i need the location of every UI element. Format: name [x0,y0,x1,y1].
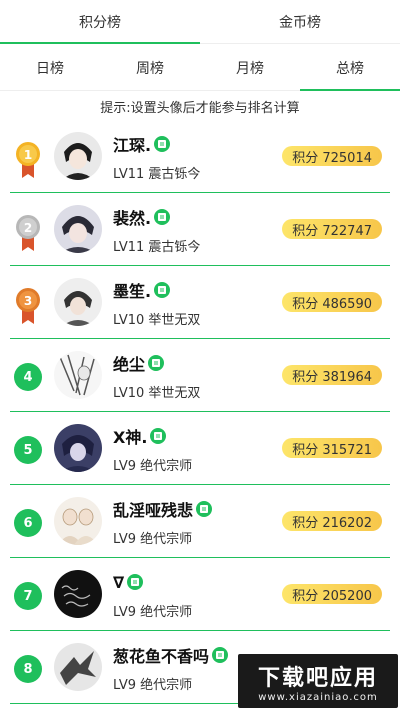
list-item[interactable]: 7 ∇ LV9 绝代宗师 积分 205200 [10,558,390,631]
watermark-url: www.xiazainiao.com [258,691,378,703]
tab-monthly[interactable]: 月榜 [200,45,300,90]
list-item[interactable]: 6 乱淫哑残悲 LV9 绝代宗师 积分 216202 [10,485,390,558]
score-badge: 积分 216202 [282,511,382,531]
list-item[interactable]: 5 X神. LV9 绝代宗师 积分 315721 [10,412,390,485]
user-name: 葱花鱼不香吗 [113,647,210,666]
list-item[interactable]: 4 绝尘 LV10 举世无双 积分 381964 [10,339,390,412]
rank-number: 5 [14,436,42,464]
rank-badge: 7 [14,578,42,618]
tab-daily[interactable]: 日榜 [0,45,100,90]
user-level: LV9 绝代宗师 [113,532,193,547]
rank-number: 7 [14,582,42,610]
silver-medal-icon: 2 [14,213,42,253]
user-level: LV10 举世无双 [113,386,201,401]
tab-weekly[interactable]: 周榜 [100,45,200,90]
rank-number: 8 [14,655,42,683]
score-badge: 积分 486590 [282,292,382,312]
user-name-line: 江琛. [113,134,171,155]
tab-label: 总榜 [336,60,364,77]
rank-badge: 6 [14,505,42,545]
user-level: LV9 绝代宗师 [113,605,193,620]
user-level: LV11 震古铄今 [113,167,201,182]
user-name-line: 绝尘 [113,353,165,374]
user-name: 江琛. [113,136,152,155]
user-name-line: ∇ [113,572,144,592]
list-item[interactable]: 3 墨笙. LV10 举世无双 积分 486590 [10,266,390,339]
gold-medal-icon: 1 [14,140,42,180]
watermark-title: 下载吧应用 [257,665,378,691]
watermark-logo: 下载吧应用 www.xiazainiao.com [238,654,398,708]
avatar[interactable] [54,424,102,472]
verified-badge-icon [127,574,144,590]
tab-label: 金币榜 [279,14,321,31]
user-name: 乱淫哑残悲 [113,501,194,520]
user-level: LV9 绝代宗师 [113,459,193,474]
avatar[interactable] [54,278,102,326]
hint-text: 提示:设置头像后才能参与排名计算 [100,100,300,116]
avatar[interactable] [54,570,102,618]
user-name: 裴然. [113,209,152,228]
user-name-line: 乱淫哑残悲 [113,499,213,520]
score-badge: 积分 725014 [282,146,382,166]
verified-badge-icon [154,136,171,152]
avatar[interactable] [54,643,102,691]
user-name: X神. [113,428,148,447]
score-badge: 积分 722747 [282,219,382,239]
avatar[interactable] [54,132,102,180]
user-name-line: 墨笙. [113,280,171,301]
list-item[interactable]: 2 裴然. LV11 震古铄今 积分 722747 [10,193,390,266]
score-badge: 积分 315721 [282,438,382,458]
tab-coins-rank[interactable]: 金币榜 [200,0,400,43]
rank-badge: 4 [14,359,42,399]
user-level: LV9 绝代宗师 [113,678,193,693]
bronze-medal-icon: 3 [14,286,42,326]
verified-badge-icon [196,501,213,517]
list-item[interactable]: 1 江琛. LV11 震古铄今 积分 725014 [10,120,390,193]
avatar[interactable] [54,497,102,545]
tab-label: 月榜 [236,60,264,77]
top-tabs: 积分榜 金币榜 [0,0,400,44]
rank-number: 6 [14,509,42,537]
user-name: ∇ [113,572,125,592]
user-level: LV10 举世无双 [113,313,201,328]
tab-total[interactable]: 总榜 [300,45,400,91]
tab-label: 积分榜 [79,14,121,31]
verified-badge-icon [150,428,167,444]
user-name: 墨笙. [113,282,152,301]
verified-badge-icon [212,647,229,663]
ranking-list: 1 江琛. LV11 震古铄今 积分 725014 2 裴然. LV11 震古铄… [0,120,400,704]
verified-badge-icon [154,209,171,225]
verified-badge-icon [154,282,171,298]
user-name-line: X神. [113,426,167,447]
score-badge: 积分 381964 [282,365,382,385]
user-level: LV11 震古铄今 [113,240,201,255]
rank-number: 2 [24,221,32,235]
rank-number: 1 [24,148,32,162]
user-name: 绝尘 [113,355,146,374]
rank-badge: 8 [14,651,42,691]
user-name-line: 葱花鱼不香吗 [113,645,229,666]
score-badge: 积分 205200 [282,584,382,604]
period-tabs: 日榜 周榜 月榜 总榜 [0,45,400,91]
avatar[interactable] [54,351,102,399]
rank-number: 4 [14,363,42,391]
tab-label: 周榜 [136,60,164,77]
user-name-line: 裴然. [113,207,171,228]
avatar[interactable] [54,205,102,253]
verified-badge-icon [148,355,165,371]
tab-label: 日榜 [36,60,64,77]
tab-points-rank[interactable]: 积分榜 [0,0,200,44]
rank-badge: 5 [14,432,42,472]
rank-number: 3 [24,294,32,308]
